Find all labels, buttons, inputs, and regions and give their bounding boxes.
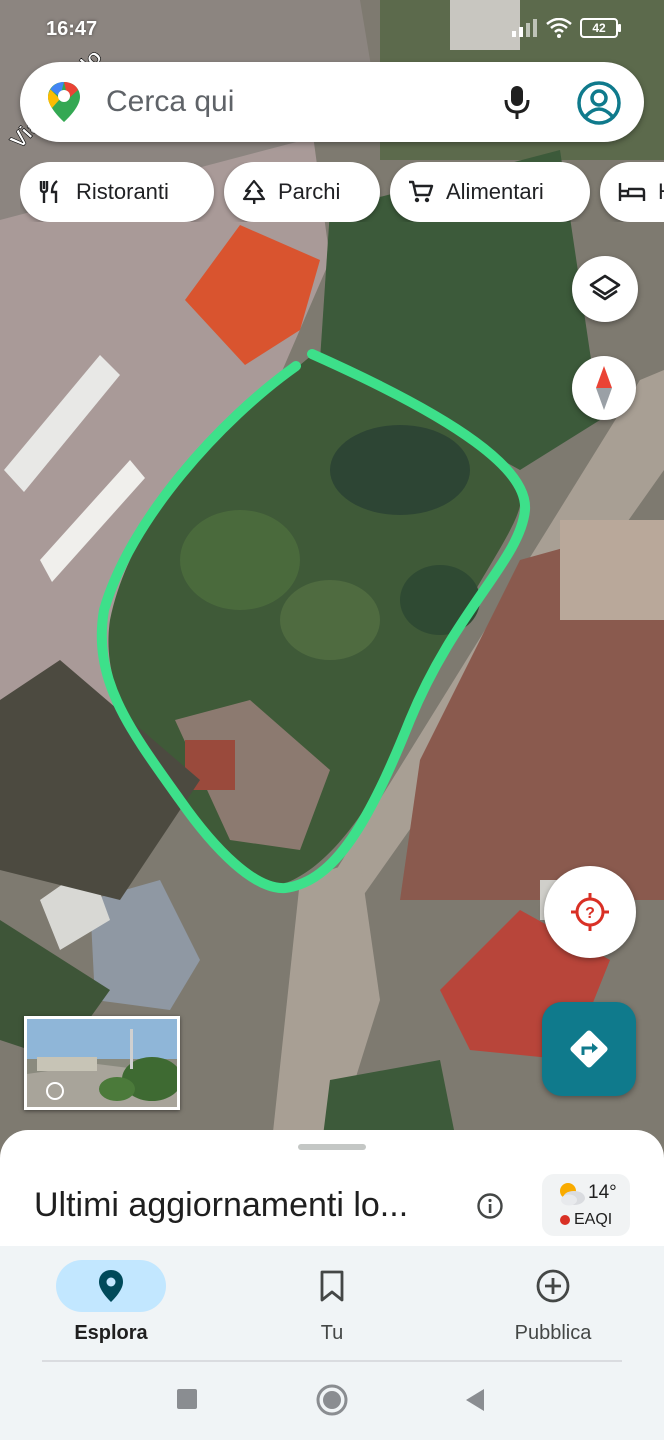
back-icon[interactable]: [464, 1388, 486, 1412]
directions-icon: [570, 1030, 608, 1068]
wifi-icon: [546, 18, 572, 38]
nav-label: Esplora: [74, 1322, 148, 1344]
aqi-label: EAQI: [574, 1211, 613, 1228]
nav-tu[interactable]: Tu: [247, 1246, 407, 1362]
explore-pin-icon: [99, 1270, 123, 1302]
chip-ristoranti[interactable]: Ristoranti: [20, 162, 214, 222]
sheet-drag-handle[interactable]: [298, 1144, 366, 1150]
sheet-title[interactable]: Ultimi aggiornamenti lo...: [34, 1186, 408, 1225]
chip-alimentari[interactable]: Alimentari: [390, 162, 590, 222]
bottom-sheet[interactable]: Ultimi aggiornamenti lo... 14° EAQI: [0, 1130, 664, 1250]
nav-pill: [498, 1260, 608, 1312]
svg-text:?: ?: [585, 905, 595, 922]
status-icons: 42: [512, 18, 621, 38]
fork-knife-icon: [39, 180, 58, 203]
locate-icon: ?: [571, 893, 609, 931]
directions-button[interactable]: [542, 1002, 636, 1096]
mic-icon[interactable]: [502, 84, 532, 122]
weather-temperature: 14°: [588, 1182, 617, 1203]
street-view-image: [27, 1019, 177, 1107]
nav-active-indicator: [56, 1260, 166, 1312]
layers-icon: [589, 274, 621, 301]
recents-icon[interactable]: [176, 1388, 198, 1410]
search-bar[interactable]: Cerca qui: [20, 62, 644, 142]
aqi-status-dot: [560, 1215, 570, 1225]
nav-esplora[interactable]: Esplora: [26, 1246, 186, 1362]
nav-pill: [277, 1260, 387, 1312]
search-input[interactable]: Cerca qui: [106, 85, 234, 119]
compass-icon: [596, 366, 612, 410]
system-navigation-bar: [0, 1360, 664, 1440]
layers-button[interactable]: [572, 256, 638, 322]
nav-label: Tu: [320, 1322, 344, 1344]
chip-label: Parchi: [278, 179, 341, 204]
compass-button[interactable]: [572, 356, 636, 420]
partly-cloudy-icon: [560, 1183, 585, 1206]
status-time: 16:47: [46, 18, 98, 40]
add-circle-icon: [536, 1269, 570, 1303]
category-chips: Ristoranti Parchi Alimentari H: [20, 162, 664, 222]
street-view-thumbnail[interactable]: [24, 1016, 180, 1110]
chip-label: Ristoranti: [76, 179, 169, 204]
chip-hotel[interactable]: H: [600, 162, 664, 222]
account-icon[interactable]: [576, 80, 622, 126]
home-icon[interactable]: [316, 1384, 348, 1416]
tree-icon: [242, 179, 266, 204]
battery-icon: 42: [580, 18, 621, 38]
nav-label: Pubblica: [514, 1322, 592, 1344]
cart-icon: [409, 180, 434, 203]
bottom-navigation: Esplora Tu Pubblica: [0, 1246, 664, 1362]
info-icon[interactable]: [476, 1192, 504, 1220]
weather-widget[interactable]: 14° EAQI: [542, 1174, 630, 1236]
nav-pubblica[interactable]: Pubblica: [468, 1246, 628, 1362]
bed-icon: [618, 183, 646, 201]
locate-button[interactable]: ?: [544, 866, 636, 958]
battery-level: 42: [592, 21, 606, 35]
chip-label: H: [658, 179, 664, 205]
chip-label: Alimentari: [446, 179, 544, 204]
chip-parchi[interactable]: Parchi: [224, 162, 380, 222]
signal-icon: [512, 19, 537, 37]
status-bar: 16:47 42: [0, 0, 664, 58]
maps-logo-icon: [48, 82, 80, 122]
divider: [42, 1360, 622, 1362]
bookmark-icon: [320, 1270, 344, 1302]
